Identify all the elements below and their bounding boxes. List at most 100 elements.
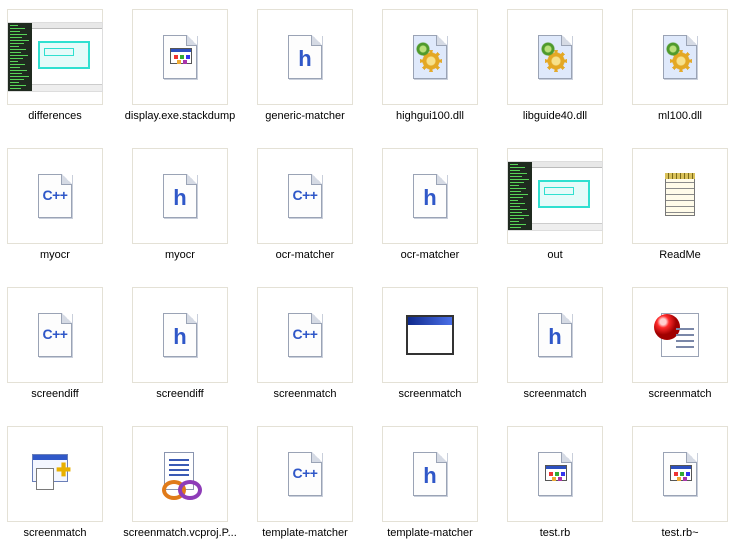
file-item[interactable]: screenmatch bbox=[625, 278, 740, 417]
file-item[interactable]: h screendiff bbox=[125, 278, 250, 417]
file-name-label[interactable]: differences bbox=[0, 110, 116, 122]
file-name-label[interactable]: screenmatch bbox=[244, 388, 366, 400]
file-name-label[interactable]: out bbox=[494, 249, 616, 261]
file-name-label[interactable]: test.rb bbox=[494, 527, 616, 539]
c-header-file-icon: h bbox=[163, 313, 197, 357]
file-thumbnail[interactable]: ✚ bbox=[7, 426, 103, 522]
file-item[interactable]: C++ myocr bbox=[0, 139, 125, 278]
file-name-label[interactable]: test.rb~ bbox=[619, 527, 740, 539]
file-thumbnail[interactable] bbox=[632, 9, 728, 105]
file-item[interactable]: highgui100.dll bbox=[375, 0, 500, 139]
file-item[interactable]: h myocr bbox=[125, 139, 250, 278]
file-item[interactable]: C++ screenmatch bbox=[250, 278, 375, 417]
ruby-file-icon bbox=[654, 313, 699, 357]
application-windows-icon: ✚ bbox=[32, 454, 78, 494]
file-name-label[interactable]: screenmatch.vcproj.P... bbox=[119, 527, 241, 539]
file-item[interactable]: display.exe.stackdump bbox=[125, 0, 250, 139]
file-item[interactable]: h generic-matcher bbox=[250, 0, 375, 139]
file-item[interactable]: C++ template-matcher bbox=[250, 417, 375, 544]
file-thumbnail[interactable]: h bbox=[382, 148, 478, 244]
file-type-glyph: C++ bbox=[292, 465, 318, 481]
file-name-label[interactable]: display.exe.stackdump bbox=[119, 110, 241, 122]
cpp-source-file-icon: C++ bbox=[288, 313, 322, 357]
file-thumbnail[interactable]: C++ bbox=[257, 426, 353, 522]
cpp-source-file-icon: C++ bbox=[288, 452, 322, 496]
file-thumbnail[interactable]: h bbox=[132, 287, 228, 383]
file-thumbnail[interactable]: h bbox=[507, 287, 603, 383]
cpp-source-file-icon: C++ bbox=[38, 174, 72, 218]
file-item[interactable]: test.rb bbox=[500, 417, 625, 544]
file-thumbnail[interactable]: C++ bbox=[257, 148, 353, 244]
file-name-label[interactable]: screenmatch bbox=[0, 527, 116, 539]
file-type-glyph: h bbox=[548, 324, 562, 349]
file-thumbnail[interactable] bbox=[507, 148, 603, 244]
file-name-label[interactable]: screendiff bbox=[0, 388, 116, 400]
file-name-label[interactable]: generic-matcher bbox=[244, 110, 366, 122]
file-name-label[interactable]: highgui100.dll bbox=[369, 110, 491, 122]
file-item[interactable]: h screenmatch bbox=[500, 278, 625, 417]
file-thumbnail[interactable] bbox=[632, 426, 728, 522]
file-thumbnail[interactable] bbox=[132, 426, 228, 522]
notepad-text-file-icon bbox=[665, 173, 695, 216]
file-item[interactable]: ✚ screenmatch bbox=[0, 417, 125, 544]
file-thumbnail[interactable]: C++ bbox=[7, 287, 103, 383]
file-thumbnail[interactable] bbox=[132, 9, 228, 105]
file-name-label[interactable]: ml100.dll bbox=[619, 110, 740, 122]
generic-app-file-icon bbox=[163, 35, 197, 79]
file-thumbnail[interactable]: C++ bbox=[7, 148, 103, 244]
file-item[interactable]: libguide40.dll bbox=[500, 0, 625, 139]
file-item[interactable]: h ocr-matcher bbox=[375, 139, 500, 278]
file-name-label[interactable]: template-matcher bbox=[369, 527, 491, 539]
executable-window-icon bbox=[406, 315, 454, 355]
file-item[interactable]: C++ screendiff bbox=[0, 278, 125, 417]
file-type-glyph: h bbox=[298, 46, 312, 71]
file-thumbnail[interactable] bbox=[382, 287, 478, 383]
generic-app-file-icon bbox=[538, 452, 572, 496]
file-name-label[interactable]: ocr-matcher bbox=[369, 249, 491, 261]
file-type-glyph: h bbox=[423, 185, 437, 210]
dll-file-icon bbox=[538, 35, 572, 79]
vcproj-file-icon bbox=[158, 452, 202, 500]
file-name-label[interactable]: ocr-matcher bbox=[244, 249, 366, 261]
file-type-glyph: h bbox=[173, 185, 187, 210]
file-type-glyph: h bbox=[423, 463, 437, 488]
c-header-file-icon: h bbox=[413, 174, 447, 218]
c-header-file-icon: h bbox=[288, 35, 322, 79]
file-name-label[interactable]: screenmatch bbox=[619, 388, 740, 400]
file-thumbnail[interactable]: C++ bbox=[257, 287, 353, 383]
file-thumbnail[interactable] bbox=[507, 9, 603, 105]
c-header-file-icon: h bbox=[413, 452, 447, 496]
file-name-label[interactable]: template-matcher bbox=[244, 527, 366, 539]
file-thumbnail[interactable]: h bbox=[382, 426, 478, 522]
file-item[interactable]: screenmatch bbox=[375, 278, 500, 417]
file-item[interactable]: ml100.dll bbox=[625, 0, 740, 139]
file-item[interactable]: screenmatch.vcproj.P... bbox=[123, 417, 250, 544]
file-item[interactable]: ReadMe bbox=[625, 139, 740, 278]
file-type-glyph: h bbox=[173, 324, 187, 349]
file-name-label[interactable]: screenmatch bbox=[369, 388, 491, 400]
file-name-label[interactable]: screendiff bbox=[119, 388, 241, 400]
file-name-label[interactable]: myocr bbox=[119, 249, 241, 261]
file-thumbnail[interactable] bbox=[632, 287, 728, 383]
file-thumbnail[interactable] bbox=[632, 148, 728, 244]
file-item[interactable]: out bbox=[500, 139, 625, 278]
file-name-label[interactable]: ReadMe bbox=[619, 249, 740, 261]
screenshot-thumbnail-icon bbox=[7, 22, 103, 92]
file-item[interactable]: test.rb~ bbox=[625, 417, 740, 544]
file-item[interactable]: differences bbox=[0, 0, 125, 139]
file-thumbnail[interactable] bbox=[382, 9, 478, 105]
cpp-source-file-icon: C++ bbox=[288, 174, 322, 218]
file-name-label[interactable]: libguide40.dll bbox=[494, 110, 616, 122]
file-name-label[interactable]: screenmatch bbox=[494, 388, 616, 400]
c-header-file-icon: h bbox=[538, 313, 572, 357]
file-thumbnail[interactable]: h bbox=[132, 148, 228, 244]
file-thumbnail[interactable] bbox=[7, 9, 103, 105]
file-thumbnail[interactable]: h bbox=[257, 9, 353, 105]
file-thumbnail[interactable] bbox=[507, 426, 603, 522]
file-item[interactable]: C++ ocr-matcher bbox=[250, 139, 375, 278]
screenshot-thumbnail-icon bbox=[507, 161, 603, 231]
file-type-glyph: C++ bbox=[292, 187, 318, 203]
dll-file-icon bbox=[663, 35, 697, 79]
file-item[interactable]: h template-matcher bbox=[375, 417, 500, 544]
file-name-label[interactable]: myocr bbox=[0, 249, 116, 261]
